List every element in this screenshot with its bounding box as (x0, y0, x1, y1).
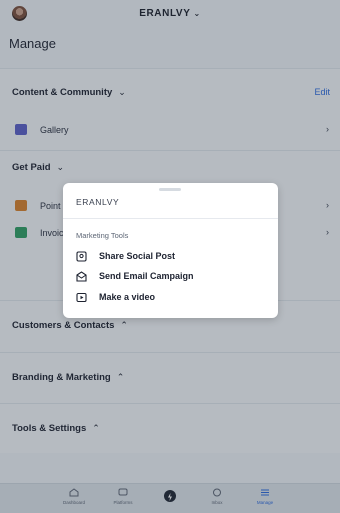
send-email-campaign-button[interactable]: Send Email Campaign (76, 269, 266, 285)
action-label: Make a video (99, 292, 156, 302)
divider (63, 218, 278, 219)
make-a-video-button[interactable]: Make a video (76, 290, 266, 306)
email-campaign-icon (76, 271, 87, 282)
action-label: Share Social Post (99, 251, 176, 261)
marketing-tools-popup: ERANLVY Marketing Tools Share Social Pos… (63, 183, 278, 318)
popup-subtitle: Marketing Tools (76, 231, 129, 240)
video-icon (76, 292, 87, 303)
action-label: Send Email Campaign (99, 271, 194, 281)
share-post-icon (76, 251, 87, 262)
popup-title: ERANLVY (76, 197, 120, 207)
drag-handle[interactable] (159, 188, 181, 191)
share-social-post-button[interactable]: Share Social Post (76, 249, 266, 265)
